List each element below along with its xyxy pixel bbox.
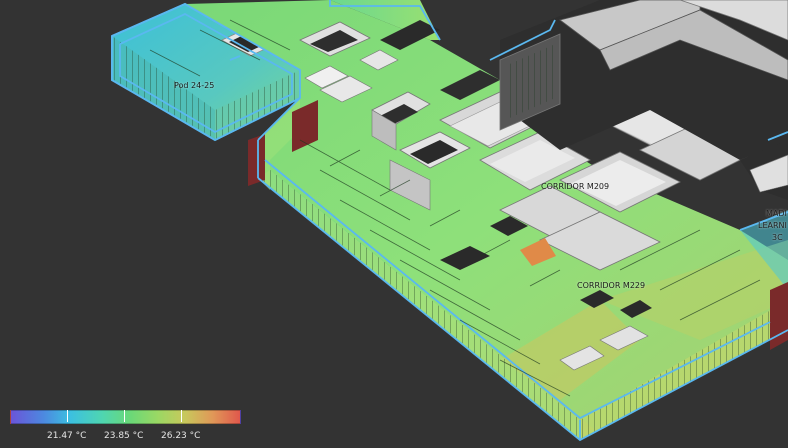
legend-max-label: 26.23 °C: [161, 431, 201, 441]
room-label-side-line3[interactable]: 3C: [772, 232, 783, 243]
floorplan-heatmap-render[interactable]: [0, 0, 788, 444]
room-label-side-line1[interactable]: MADI: [766, 208, 787, 219]
room-label-corridor-m229[interactable]: CORRIDOR M229: [577, 281, 645, 290]
3d-floorplan-viewport[interactable]: Pod 24-25 CORRIDOR M209 CORRIDOR M229 MA…: [0, 0, 788, 444]
temperature-legend: 21.47 °C 23.85 °C 26.23 °C: [10, 408, 241, 444]
legend-tick-mid: [124, 410, 125, 422]
room-label-pod[interactable]: Pod 24-25: [174, 81, 214, 90]
room-label-corridor-m209[interactable]: CORRIDOR M209: [541, 182, 609, 191]
legend-mid-label: 23.85 °C: [104, 431, 144, 441]
legend-min-label: 21.47 °C: [47, 431, 87, 441]
temperature-gradient-bar: [10, 410, 241, 424]
legend-tick-max: [181, 410, 182, 422]
room-label-side-line2[interactable]: LEARNI: [758, 220, 787, 231]
legend-tick-min: [67, 410, 68, 422]
